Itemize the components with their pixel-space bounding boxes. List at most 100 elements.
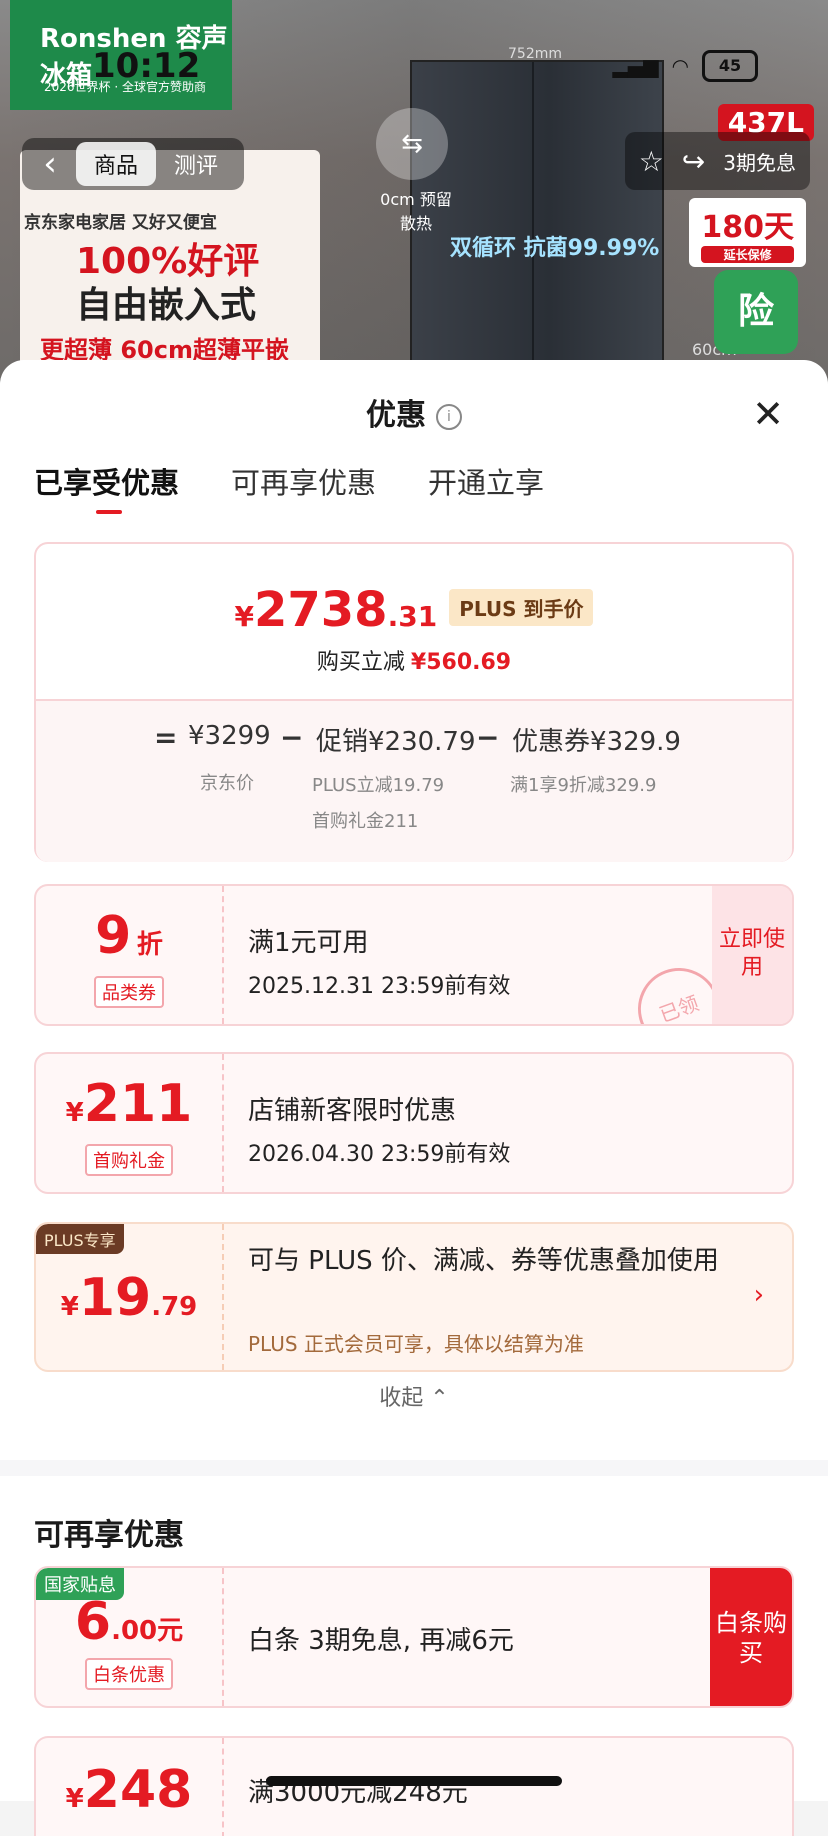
dimension-top: 752mm: [508, 46, 562, 62]
formula-coupon: 优惠券¥329.9: [512, 727, 681, 757]
insurance-badge: 险: [714, 270, 798, 354]
plus-title: 可与 PLUS 价、满减、券等优惠叠加使用: [248, 1246, 719, 1276]
reduce-value: ¥560.69: [410, 650, 512, 675]
final-price: ¥2738.31 PLUS 到手价: [36, 582, 792, 638]
baitiao-tag-label: 白条优惠: [85, 1658, 173, 1690]
heat-arrows-icon: ⇆: [376, 108, 448, 180]
coupon-right: 店铺新客限时优惠 2026.04.30 23:59前有效: [248, 1054, 792, 1192]
tab-open[interactable]: 开通立享: [428, 460, 544, 502]
plus-amount: ¥19.79: [36, 1268, 222, 1328]
chevron-right-icon: ›: [753, 1280, 764, 1310]
warranty-badge: 180天 延长保修: [689, 198, 806, 267]
baitiao-card: 6.00元 白条优惠 国家贴息 白条 3期免息, 再减6元 白条购买: [34, 1566, 794, 1708]
formula-minus-2: −: [476, 721, 500, 754]
back-icon[interactable]: ‹: [30, 144, 70, 184]
price-summary-card: ¥2738.31 PLUS 到手价 购买立减 ¥560.69 = ¥3299 − 促…: [34, 542, 794, 862]
coupon-category: 9 折 品类券 满1元可用 2025.12.31 23:59前有效 已领 立即使…: [34, 884, 794, 1026]
top-actions: ☆ ↪ 3期免息: [624, 132, 810, 190]
baitiao-tag: 白条优惠: [36, 1658, 222, 1690]
tab-more[interactable]: 可再享优惠: [231, 460, 376, 502]
reduction-amount: ¥248: [36, 1760, 222, 1820]
gift-currency: ¥: [65, 1098, 84, 1128]
coupon-left: 9 折 品类券: [36, 886, 224, 1024]
coupon-date: 2025.12.31 23:59前有效: [248, 974, 511, 999]
baitiao-buy-button[interactable]: 白条购买: [710, 1568, 792, 1706]
signal-icon: ▂▄▆: [612, 54, 659, 78]
discount-sheet: 优惠 i ✕ 已享受优惠 可再享优惠 开通立享 ¥2738.31 PLUS 到手价 …: [0, 360, 828, 1836]
plus-exclusive-badge: PLUS专享: [36, 1224, 124, 1254]
price-dec: .31: [387, 600, 438, 633]
reduce-label: 购买立减: [316, 650, 405, 675]
tab-product[interactable]: 商品: [76, 142, 157, 186]
formula-promo: 促销¥230.79: [316, 727, 476, 757]
tab-review[interactable]: 测评: [156, 142, 236, 186]
coupon-title: 店铺新客限时优惠: [248, 1096, 457, 1126]
home-indicator: [266, 1776, 562, 1786]
gift-tag-label: 首购礼金: [85, 1144, 173, 1176]
wifi-icon: ◠: [672, 54, 688, 78]
price-currency: ¥: [234, 600, 254, 633]
share-icon[interactable]: ↪: [682, 145, 705, 178]
antibacterial-badge: 双循环 抗菌99.99%: [450, 236, 660, 261]
price-int: 2738: [253, 582, 388, 638]
full-reduction-card: ¥248 满3000元减248元: [34, 1736, 794, 1836]
close-icon[interactable]: ✕: [752, 392, 784, 436]
coupon-discount: 9 折: [36, 906, 222, 966]
gift-tag: 首购礼金: [36, 1144, 222, 1176]
tab-enjoyed[interactable]: 已享受优惠: [34, 460, 179, 514]
price-top: ¥2738.31 PLUS 到手价 购买立减 ¥560.69: [36, 544, 792, 699]
promo-sub-2: 首购礼金211: [312, 811, 419, 832]
reduction-right: 满3000元减248元: [248, 1738, 792, 1836]
gift-value: 211: [83, 1074, 193, 1134]
plus-right: 可与 PLUS 价、满减、券等优惠叠加使用 PLUS 正式会员可享，具体以结算为…: [248, 1224, 732, 1362]
collapse-toggle[interactable]: 收起 ⌃: [0, 1380, 828, 1412]
plus-dec: .79: [151, 1292, 198, 1322]
formula-equals: =: [154, 721, 178, 754]
reduction-left: ¥248: [36, 1738, 224, 1836]
plus-value: 19: [78, 1268, 152, 1328]
promo-line3: 自由嵌入式: [76, 285, 257, 326]
coupon-discount-value: 9: [95, 906, 132, 966]
installment-label[interactable]: 3期免息: [723, 147, 796, 176]
baitiao-dec: .00元: [111, 1616, 184, 1646]
collapse-label: 收起: [379, 1386, 424, 1411]
coupon-date: 2026.04.30 23:59前有效: [248, 1142, 511, 1167]
info-icon[interactable]: i: [436, 403, 462, 430]
heat-label: 0cm 预留散热: [380, 190, 452, 233]
plus-exclusive-card[interactable]: ¥19.79 PLUS专享 可与 PLUS 价、满减、券等优惠叠加使用 PLUS…: [34, 1222, 794, 1372]
formula-jd-price: ¥3299: [188, 721, 271, 751]
coupon-left: ¥211 首购礼金: [36, 1054, 224, 1192]
status-icons: ▂▄▆ ◠ 45: [612, 50, 758, 82]
coupon-discount-unit: 折: [136, 930, 163, 960]
coupon-sub: 满1享9折减329.9: [510, 775, 657, 796]
plus-sub: PLUS 正式会员可享，具体以结算为准: [248, 1332, 584, 1356]
promo-sub-1: PLUS立减19.79: [312, 775, 445, 796]
national-subsidy-badge: 国家贴息: [36, 1568, 124, 1600]
battery-icon: 45: [702, 50, 758, 82]
jd-price-label: 京东价: [200, 773, 254, 794]
baitiao-amount: 6.00元: [36, 1592, 222, 1652]
reduction-currency: ¥: [65, 1784, 84, 1814]
warranty-small: 延长保修: [701, 246, 794, 263]
coupon-tag: 品类券: [36, 976, 222, 1008]
plus-currency: ¥: [60, 1292, 79, 1322]
baitiao-title: 白条 3期免息, 再减6元: [248, 1626, 514, 1656]
discount-tabs: 已享受优惠 可再享优惠 开通立享: [34, 460, 544, 514]
use-now-button[interactable]: 立即使用: [712, 886, 792, 1024]
status-time: 10:12: [92, 46, 201, 86]
top-nav: ‹ 商品 测评: [22, 138, 245, 190]
plus-price-tag: PLUS 到手价: [449, 589, 594, 626]
gift-amount: ¥211: [36, 1074, 222, 1134]
sheet-title: 优惠 i: [0, 390, 828, 434]
reduce-line: 购买立减 ¥560.69: [36, 644, 792, 676]
formula-minus-1: −: [280, 721, 304, 754]
coupon-tag-label: 品类券: [94, 976, 164, 1008]
baitiao-value: 6: [74, 1592, 112, 1652]
reduction-value: 248: [83, 1760, 193, 1820]
promo-line1: 京东家电家居 又好又便宜: [24, 213, 217, 233]
price-breakdown: = ¥3299 − 促销¥230.79 − 优惠券¥329.9 京东价 PLUS…: [36, 699, 792, 862]
star-icon[interactable]: ☆: [639, 145, 664, 178]
sheet-title-text: 优惠: [366, 398, 426, 433]
warranty-big: 180天: [701, 210, 794, 245]
section-divider: [0, 1460, 828, 1476]
